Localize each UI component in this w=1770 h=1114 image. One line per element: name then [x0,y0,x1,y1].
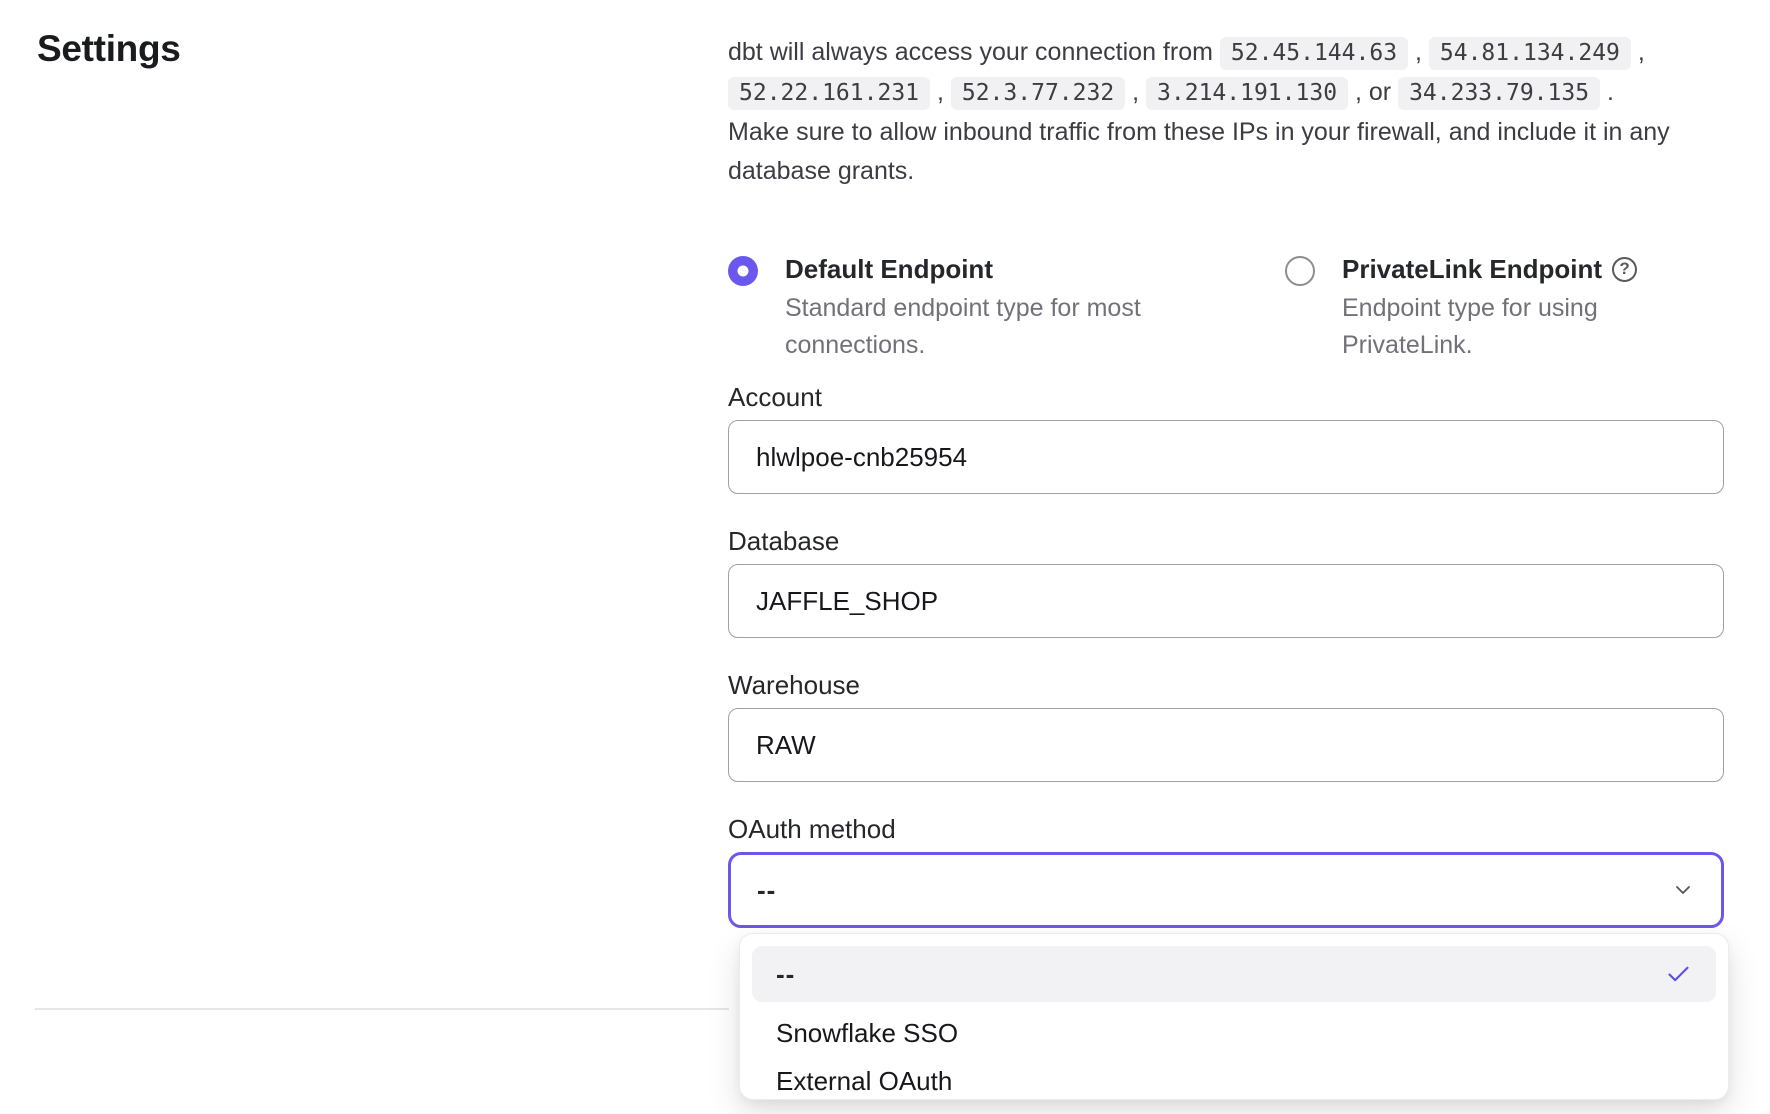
field-group-account: Account [728,384,1724,494]
ip-allowlist-paragraph: dbt will always access your connection f… [728,33,1670,191]
account-label: Account [728,384,1724,410]
database-label: Database [728,528,1724,554]
endpoint-type-radio-group: Default Endpoint Standard endpoint type … [728,253,1724,364]
dropdown-option-label: External OAuth [776,1066,952,1097]
radio-unselected-icon[interactable] [1285,256,1315,286]
field-group-warehouse: Warehouse [728,672,1724,782]
oauth-method-selected-value: -- [757,875,776,906]
connection-settings-panel: dbt will always access your connection f… [728,33,1724,928]
radio-option-description: Endpoint type for using PrivateLink. [1342,290,1642,364]
ip-address-chip: 34.233.79.135 [1398,77,1600,110]
radio-option-label: PrivateLink Endpoint ? [1342,253,1642,285]
dropdown-option-snowflake-sso[interactable]: Snowflake SSO [752,1009,1716,1057]
page-title: Settings [37,28,181,70]
radio-option-label-text: PrivateLink Endpoint [1342,253,1602,285]
database-input[interactable] [728,564,1724,638]
radio-option-default-endpoint[interactable]: Default Endpoint Standard endpoint type … [728,253,1285,364]
help-icon[interactable]: ? [1612,257,1637,282]
dropdown-option-label: -- [776,959,795,990]
radio-option-text: PrivateLink Endpoint ? Endpoint type for… [1342,253,1642,364]
radio-option-text: Default Endpoint Standard endpoint type … [785,253,1165,364]
radio-selected-icon[interactable] [728,256,758,286]
ip-address-chip: 52.3.77.232 [951,77,1125,110]
radio-option-description: Standard endpoint type for most connecti… [785,290,1165,364]
radio-dot [738,266,749,277]
dropdown-option-external-oauth[interactable]: External OAuth [752,1057,1716,1105]
oauth-method-label: OAuth method [728,816,1724,842]
section-divider [35,1008,729,1010]
dropdown-option-none[interactable]: -- [752,946,1716,1002]
field-group-oauth-method: OAuth method -- [728,816,1724,928]
radio-option-label: Default Endpoint [785,253,1165,285]
check-icon [1665,961,1692,988]
dropdown-option-label: Snowflake SSO [776,1018,958,1049]
radio-option-privatelink-endpoint[interactable]: PrivateLink Endpoint ? Endpoint type for… [1285,253,1642,364]
oauth-method-dropdown: -- Snowflake SSO External OAuth [739,933,1729,1100]
ip-address-chip: 52.45.144.63 [1220,37,1408,70]
ip-address-chip: 54.81.134.249 [1429,37,1631,70]
ip-address-chip: 52.22.161.231 [728,77,930,110]
chevron-down-icon [1671,878,1695,902]
warehouse-input[interactable] [728,708,1724,782]
oauth-method-select[interactable]: -- [728,852,1724,928]
warehouse-label: Warehouse [728,672,1724,698]
account-input[interactable] [728,420,1724,494]
field-group-database: Database [728,528,1724,638]
ip-address-chip: 3.214.191.130 [1146,77,1348,110]
